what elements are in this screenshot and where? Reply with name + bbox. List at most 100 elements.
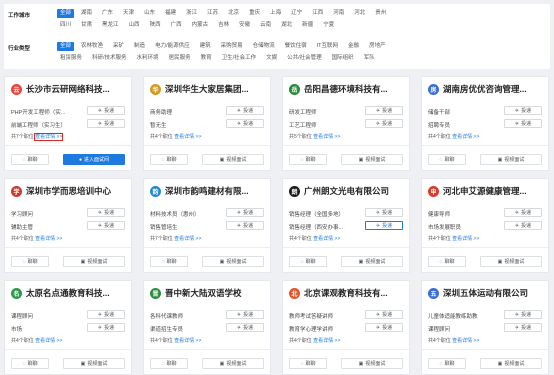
company-name[interactable]: 北京课观教育科技有... — [304, 287, 388, 299]
apply-button[interactable]: ✈ 投递 — [87, 208, 125, 217]
apply-button[interactable]: ✈ 投递 — [87, 221, 125, 230]
job-title[interactable]: 学习顾问 — [11, 210, 33, 218]
chat-button[interactable]: ◌ 聊聊 — [428, 358, 466, 369]
company-header[interactable]: 学深圳市学而思培训中心 — [11, 185, 127, 197]
view-details-link[interactable]: 查看详情 >> — [34, 133, 64, 141]
apply-button[interactable]: ✈ 投递 — [87, 323, 125, 332]
apply-button[interactable]: ✈ 投递 — [365, 119, 403, 128]
city-option[interactable]: 吉林 — [215, 21, 232, 30]
industry-option[interactable]: 金融 — [345, 42, 362, 51]
city-option[interactable]: 云南 — [257, 21, 274, 30]
industry-option[interactable]: 水利环境 — [134, 54, 162, 63]
company-header[interactable]: 韵深圳市韵鸣建材有限... — [150, 185, 266, 197]
apply-button[interactable]: ✈ 投递 — [226, 323, 264, 332]
company-name[interactable]: 深圳市学而思培训中心 — [26, 185, 111, 197]
job-title[interactable]: 销售经理（西安办事... — [289, 223, 343, 231]
company-name[interactable]: 长沙市云研网络科技... — [26, 83, 110, 95]
view-details-link[interactable]: 查看详情 >> — [174, 236, 201, 242]
industry-option[interactable]: 电力/能源供应 — [152, 42, 193, 51]
apply-button[interactable]: ✈ 投递 — [87, 106, 125, 115]
view-details-link[interactable]: 查看详情 >> — [313, 134, 340, 140]
apply-button[interactable]: ✈ 投递 — [226, 106, 264, 115]
view-details-link[interactable]: 查看详情 >> — [174, 338, 201, 344]
apply-button[interactable]: ✈ 投递 — [365, 208, 403, 217]
company-card[interactable]: 五深圳五体运动有限公司 儿童体适能教练助教 ✈ 投递 课程顾问 ✈ 投递 共4个职位 查看详情… — [421, 280, 549, 375]
apply-button[interactable]: ✈ 投递 — [365, 221, 403, 230]
company-header[interactable]: 云长沙市云研网络科技... — [11, 83, 127, 95]
city-option[interactable]: 山西 — [126, 21, 143, 30]
video-interview-button[interactable]: ▣ 视频面试 — [341, 358, 403, 369]
city-option[interactable]: 湖北 — [278, 21, 295, 30]
company-name[interactable]: 湖南房优优咨询管理... — [443, 83, 527, 95]
chat-button[interactable]: ◌ 聊聊 — [11, 154, 49, 165]
job-title[interactable]: 前端工程师（实习生） — [11, 121, 66, 129]
video-interview-button[interactable]: ▣ 视频面试 — [341, 256, 403, 267]
company-name[interactable]: 岳阳昌德环境科技有... — [304, 83, 388, 95]
video-interview-button[interactable]: ▣ 视频面试 — [202, 154, 264, 165]
industry-option[interactable]: 采购贸易 — [218, 42, 246, 51]
chat-button[interactable]: ◌ 聊聊 — [289, 358, 327, 369]
company-name[interactable]: 广州朗文光电有限公司 — [304, 185, 389, 197]
job-title[interactable]: 市场 — [11, 325, 22, 333]
video-interview-button[interactable]: ▣ 视频面试 — [63, 256, 125, 267]
city-option[interactable]: 江苏 — [204, 9, 221, 18]
city-option[interactable]: 河北 — [351, 9, 368, 18]
job-title[interactable]: 课程顾问 — [428, 325, 450, 333]
city-option[interactable]: 上海 — [267, 9, 284, 18]
apply-button[interactable]: ✈ 投递 — [504, 119, 542, 128]
apply-button[interactable]: ✈ 投递 — [504, 106, 542, 115]
company-name[interactable]: 深圳市韵鸣建材有限... — [165, 185, 249, 197]
city-option[interactable]: 重庆 — [246, 9, 263, 18]
city-option[interactable]: 新疆 — [299, 21, 316, 30]
company-card[interactable]: 晋晋中新大陆双语学校 各科代课教师 ✈ 投递 渠道招生专员 ✈ 投递 共4个职位 查看详情 >… — [143, 280, 271, 375]
chat-button[interactable]: ◌ 聊聊 — [428, 154, 466, 165]
view-details-link[interactable]: 查看详情 >> — [174, 134, 201, 140]
city-option[interactable]: 辽宁 — [288, 9, 305, 18]
chat-button[interactable]: ◌ 聊聊 — [289, 256, 327, 267]
chat-button[interactable]: ◌ 聊聊 — [11, 358, 49, 369]
industry-option[interactable]: IT互联网 — [314, 42, 341, 51]
industry-option[interactable]: 建筑 — [197, 42, 214, 51]
industry-option[interactable]: 居民服务 — [166, 54, 194, 63]
chat-button[interactable]: ◌ 聊聊 — [150, 358, 188, 369]
industry-option[interactable]: 军队 — [361, 54, 378, 63]
view-details-link[interactable]: 查看详情 >> — [35, 338, 62, 344]
apply-button[interactable]: ✈ 投递 — [504, 221, 542, 230]
job-title[interactable]: 材料技术员（惠州） — [150, 210, 200, 218]
company-header[interactable]: 岳岳阳昌德环境科技有... — [289, 83, 405, 95]
apply-button[interactable]: ✈ 投递 — [87, 119, 125, 128]
industry-option[interactable]: 教育 — [198, 54, 215, 63]
view-details-link[interactable]: 查看详情 >> — [313, 236, 340, 242]
job-title[interactable]: 健康导师 — [428, 210, 450, 218]
company-card[interactable]: 学深圳市学而思培训中心 学习顾问 ✈ 投递 辅助主管 ✈ 投递 共4个职位 查看详情 >> ◌ 聊… — [4, 178, 132, 273]
industry-option[interactable]: 全部 — [57, 42, 75, 51]
company-header[interactable]: 申河北申艾源健康管理... — [428, 185, 544, 197]
video-interview-button[interactable]: ▣ 视频面试 — [202, 358, 264, 369]
industry-option[interactable]: 公共/社会管理 — [284, 54, 325, 63]
city-option[interactable]: 安徽 — [236, 21, 253, 30]
view-details-link[interactable]: 查看详情 >> — [452, 236, 479, 242]
industry-option[interactable]: 文娱 — [263, 54, 280, 63]
city-option[interactable]: 宁夏 — [320, 21, 337, 30]
video-interview-button[interactable]: ▣ 视频面试 — [202, 256, 264, 267]
job-title[interactable]: 销售经理（全国多地） — [289, 210, 344, 218]
job-title[interactable]: 儿童体适能教练助教 — [428, 312, 478, 320]
enter-interview-room-button[interactable]: ● 进入面试间 — [63, 154, 125, 165]
company-name[interactable]: 深圳五体运动有限公司 — [443, 287, 528, 299]
company-header[interactable]: 名太原名点通教育科技... — [11, 287, 127, 299]
job-title[interactable]: 储备干部 — [428, 108, 450, 116]
industry-option[interactable]: 仓储物流 — [250, 42, 278, 51]
view-details-link[interactable]: 查看详情 >> — [452, 338, 479, 344]
industry-option[interactable]: 制造 — [131, 42, 148, 51]
video-interview-button[interactable]: ▣ 视频面试 — [480, 256, 542, 267]
job-title[interactable]: 各科代课教师 — [150, 312, 183, 320]
job-title[interactable]: 课程顾问 — [11, 312, 33, 320]
apply-button[interactable]: ✈ 投递 — [226, 208, 264, 217]
company-header[interactable]: 房湖南房优优咨询管理... — [428, 83, 544, 95]
view-details-link[interactable]: 查看详情 >> — [313, 338, 340, 344]
city-option[interactable]: 河南 — [330, 9, 347, 18]
apply-button[interactable]: ✈ 投递 — [226, 221, 264, 230]
company-name[interactable]: 深圳华生大家居集团... — [165, 83, 249, 95]
city-option[interactable]: 全部 — [57, 9, 75, 18]
job-title[interactable]: 工艺工程师 — [289, 121, 317, 129]
